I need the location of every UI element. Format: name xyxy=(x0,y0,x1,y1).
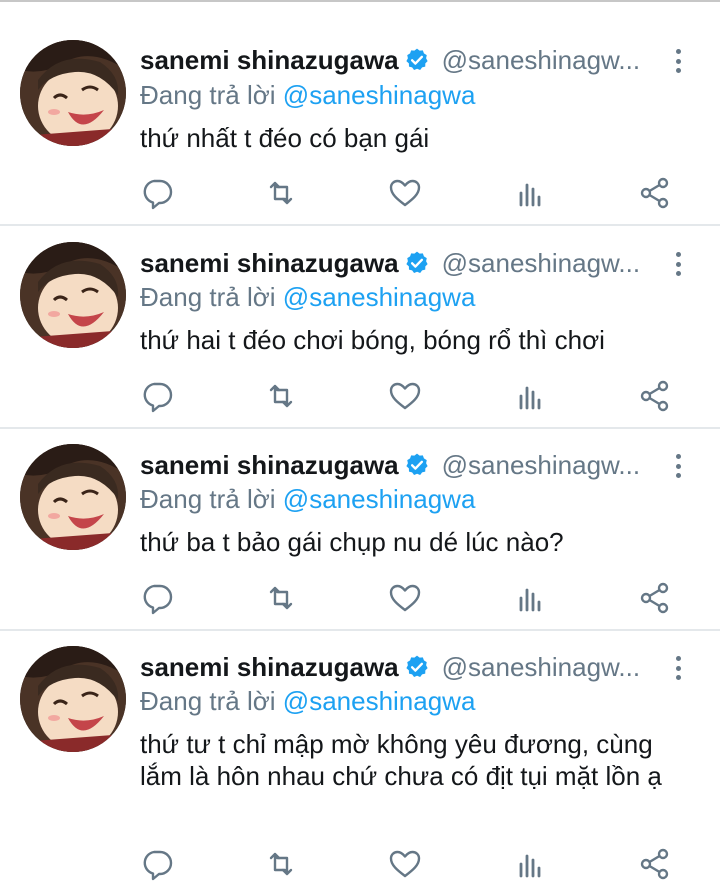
action-bar xyxy=(0,175,720,211)
more-vertical-icon[interactable] xyxy=(668,46,688,76)
more-vertical-icon[interactable] xyxy=(668,451,688,481)
avatar[interactable] xyxy=(20,40,126,146)
verified-badge-icon xyxy=(404,452,430,478)
tweet-header: sanemi shinazugawa @saneshinagw... xyxy=(140,447,640,483)
reply-to-link[interactable]: @saneshinagwa xyxy=(283,282,476,312)
user-handle[interactable]: @saneshinagw... xyxy=(442,652,640,683)
avatar[interactable] xyxy=(20,242,126,348)
retweet-icon[interactable] xyxy=(263,378,299,414)
reply-to-link[interactable]: @saneshinagwa xyxy=(283,80,476,110)
display-name[interactable]: sanemi shinazugawa xyxy=(140,45,399,76)
reply-prefix: Đang trả lời xyxy=(140,282,276,312)
tweet-text: thứ nhất t đéo có bạn gái xyxy=(140,123,430,153)
display-name[interactable]: sanemi shinazugawa xyxy=(140,450,399,481)
replying-to: Đang trả lời @saneshinagwa xyxy=(140,80,475,111)
heart-icon[interactable] xyxy=(387,846,423,882)
reply-icon[interactable] xyxy=(139,175,175,211)
tweet-text: thứ tư t chỉ mập mờ không yêu đương, cùn… xyxy=(140,729,662,791)
user-handle[interactable]: @saneshinagw... xyxy=(442,450,640,481)
tweet-header: sanemi shinazugawa @saneshinagw... xyxy=(140,245,640,281)
user-handle[interactable]: @saneshinagw... xyxy=(442,45,640,76)
tweet-text: thứ ba t bảo gái chụp nu dé lúc nào? xyxy=(140,527,564,557)
reply-icon[interactable] xyxy=(139,580,175,616)
heart-icon[interactable] xyxy=(387,175,423,211)
share-icon[interactable] xyxy=(637,846,673,882)
tweet-text: thứ hai t đéo chơi bóng, bóng rổ thì chơ… xyxy=(140,325,605,355)
tweet-header: sanemi shinazugawa @saneshinagw... xyxy=(140,42,640,78)
retweet-icon[interactable] xyxy=(263,175,299,211)
retweet-icon[interactable] xyxy=(263,846,299,882)
tweet-header: sanemi shinazugawa @saneshinagw... xyxy=(140,649,640,685)
display-name[interactable]: sanemi shinazugawa xyxy=(140,652,399,683)
verified-badge-icon xyxy=(404,47,430,73)
reply-prefix: Đang trả lời xyxy=(140,80,276,110)
retweet-icon[interactable] xyxy=(263,580,299,616)
heart-icon[interactable] xyxy=(387,580,423,616)
reply-prefix: Đang trả lời xyxy=(140,484,276,514)
replying-to: Đang trả lời @saneshinagwa xyxy=(140,686,475,717)
avatar[interactable] xyxy=(20,444,126,550)
reply-icon[interactable] xyxy=(139,846,175,882)
user-handle[interactable]: @saneshinagw... xyxy=(442,248,640,279)
analytics-icon[interactable] xyxy=(512,175,548,211)
analytics-icon[interactable] xyxy=(512,378,548,414)
verified-badge-icon xyxy=(404,654,430,680)
analytics-icon[interactable] xyxy=(512,580,548,616)
share-icon[interactable] xyxy=(637,580,673,616)
reply-to-link[interactable]: @saneshinagwa xyxy=(283,686,476,716)
reply-icon[interactable] xyxy=(139,378,175,414)
more-vertical-icon[interactable] xyxy=(668,653,688,683)
tweet-divider xyxy=(0,224,720,226)
share-icon[interactable] xyxy=(637,378,673,414)
verified-badge-icon xyxy=(404,250,430,276)
action-bar xyxy=(0,846,720,882)
avatar[interactable] xyxy=(20,646,126,752)
tweet-divider xyxy=(0,629,720,631)
reply-prefix: Đang trả lời xyxy=(140,686,276,716)
replying-to: Đang trả lời @saneshinagwa xyxy=(140,282,475,313)
tweet-divider xyxy=(0,427,720,429)
more-vertical-icon[interactable] xyxy=(668,249,688,279)
display-name[interactable]: sanemi shinazugawa xyxy=(140,248,399,279)
action-bar xyxy=(0,378,720,414)
analytics-icon[interactable] xyxy=(512,846,548,882)
heart-icon[interactable] xyxy=(387,378,423,414)
top-border xyxy=(0,0,720,2)
reply-to-link[interactable]: @saneshinagwa xyxy=(283,484,476,514)
replying-to: Đang trả lời @saneshinagwa xyxy=(140,484,475,515)
action-bar xyxy=(0,580,720,616)
share-icon[interactable] xyxy=(637,175,673,211)
